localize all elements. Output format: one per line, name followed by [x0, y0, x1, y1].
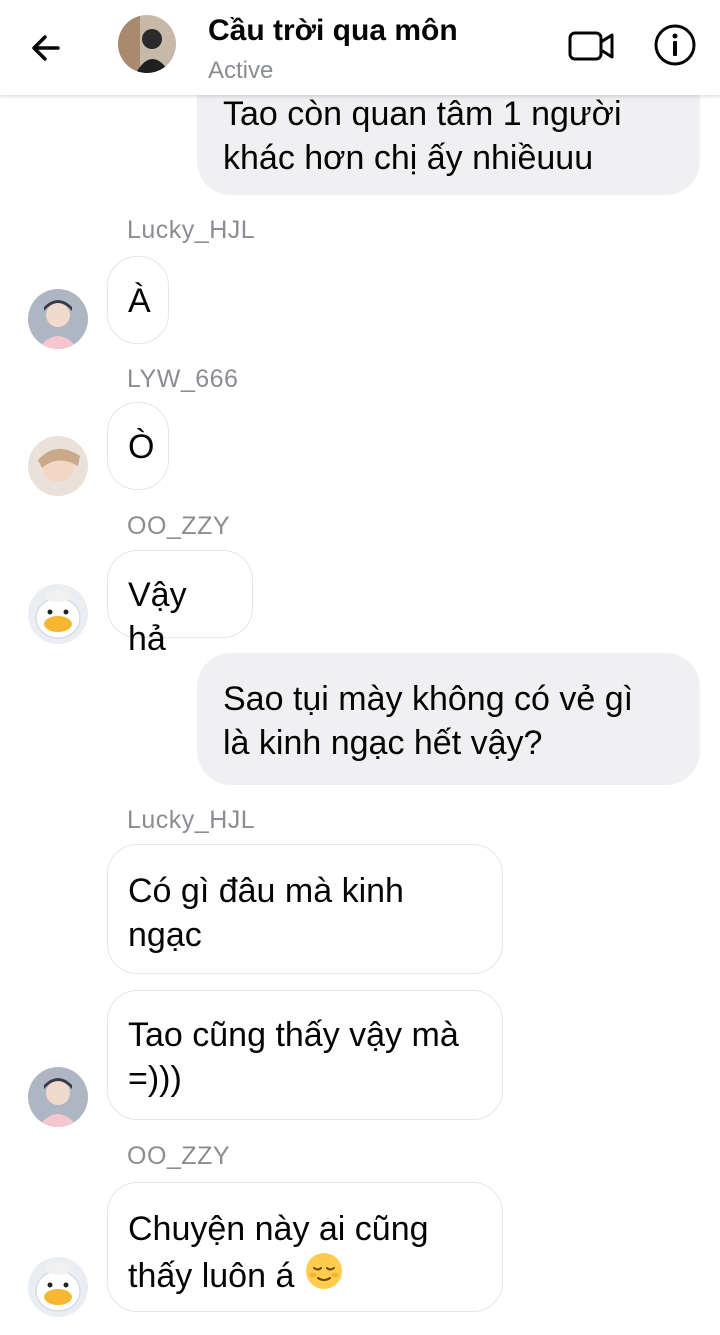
message-text: là kinh ngạc hết vậy? — [223, 724, 543, 762]
message-text: Sao tụi mày không có vẻ gì — [223, 680, 634, 718]
back-button[interactable] — [22, 24, 72, 74]
message-text: Tao cũng thấy vậy mà — [128, 1016, 459, 1054]
incoming-message[interactable]: Tao cũng thấy vậy mà =))) — [107, 990, 503, 1120]
message-text: Có gì đâu mà kinh — [128, 872, 404, 910]
sender-name: Lucky_HJL — [127, 806, 256, 834]
message-text: ngạc — [128, 916, 202, 954]
incoming-message[interactable]: Ò — [107, 402, 169, 490]
avatar-lucky-hjl[interactable] — [28, 289, 88, 349]
sender-name: Lucky_HJL — [127, 216, 256, 244]
message-text: Ò — [128, 428, 155, 466]
sender-name: OO_ZZY — [127, 1142, 231, 1170]
video-call-icon — [568, 31, 614, 61]
conversation-title[interactable]: Cầu trời qua môn — [208, 14, 458, 48]
outgoing-message[interactable]: Sao tụi mày không có vẻ gì là kinh ngạc … — [197, 653, 700, 785]
message-text: À — [128, 282, 151, 320]
info-icon — [654, 24, 696, 66]
chat-header: Cầu trời qua môn Active — [0, 0, 720, 95]
group-avatar[interactable] — [118, 15, 176, 73]
avatar-oo-zzy[interactable] — [28, 584, 88, 644]
arrow-left-icon — [32, 35, 60, 61]
avatar-oo-zzy[interactable] — [28, 1257, 88, 1317]
active-status: Active — [208, 57, 274, 84]
sender-name: OO_ZZY — [127, 512, 231, 540]
relieved-face-emoji — [304, 1251, 344, 1302]
message-text: Vậy hả — [128, 576, 187, 658]
avatar-lyw-666[interactable] — [28, 436, 88, 496]
message-text: khác hơn chị ấy nhiềuuu — [223, 139, 594, 177]
info-button[interactable] — [652, 22, 698, 68]
incoming-message[interactable]: Vậy hả — [107, 550, 253, 658]
message-line: thấy luôn á — [128, 1251, 482, 1302]
sender-name: LYW_666 — [127, 365, 239, 393]
incoming-message[interactable]: À — [107, 256, 169, 344]
message-text: Tao còn quan tâm 1 người — [223, 95, 622, 133]
video-call-button[interactable] — [566, 26, 618, 66]
incoming-message[interactable]: Chuyện này ai cũng thấy luôn á — [107, 1182, 503, 1312]
avatar-lucky-hjl[interactable] — [28, 1067, 88, 1127]
message-text: =))) — [128, 1060, 182, 1098]
message-text: Chuyện này ai cũng — [128, 1210, 429, 1248]
message-text: thấy luôn á — [128, 1257, 295, 1295]
incoming-message[interactable]: Có gì đâu mà kinh ngạc — [107, 844, 503, 974]
